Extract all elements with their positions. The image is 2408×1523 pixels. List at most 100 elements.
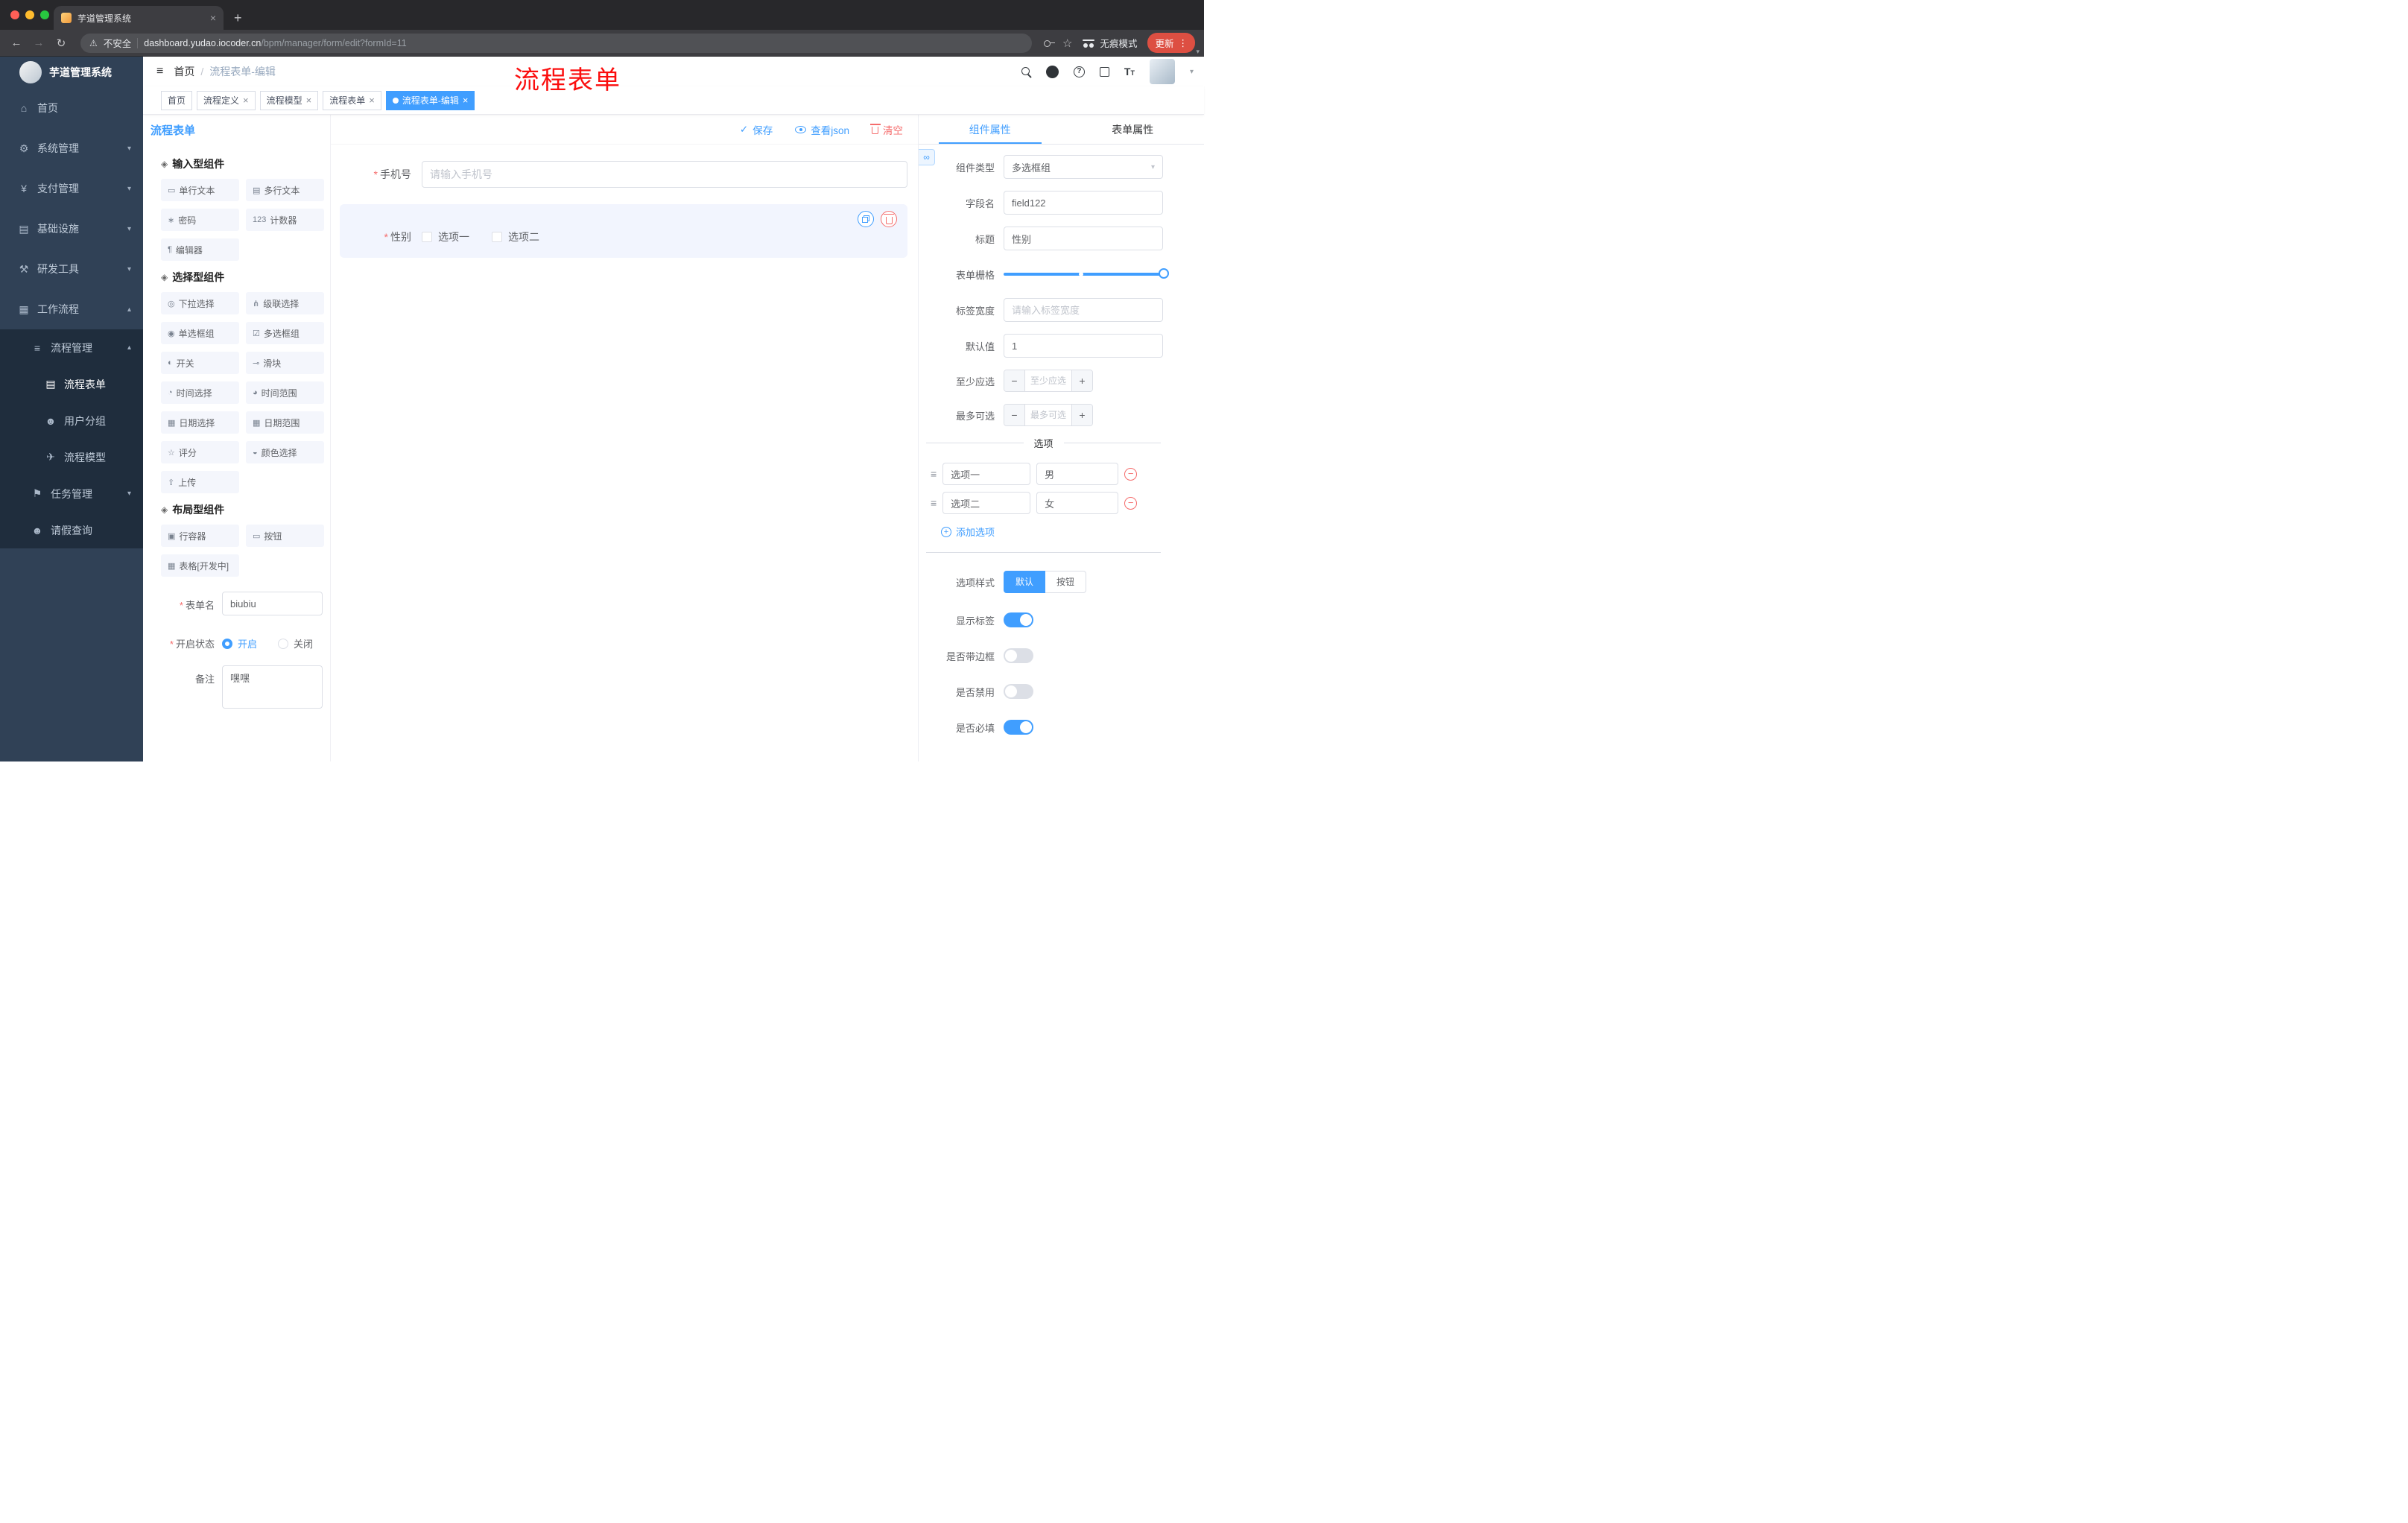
canvas-field-phone[interactable]: * 手机号 xyxy=(340,161,907,188)
field-name-input[interactable] xyxy=(1004,191,1163,215)
sidebar-item-leave-query[interactable]: ☻ 请假查询 xyxy=(0,512,143,548)
tab-component-properties[interactable]: 组件属性 xyxy=(919,115,1062,144)
gender-option-2-checkbox[interactable]: 选项二 xyxy=(492,229,539,244)
component-cascader[interactable]: ⋔ 级联选择 xyxy=(246,292,324,314)
remove-option-icon[interactable]: − xyxy=(1124,496,1138,510)
border-toggle[interactable] xyxy=(1004,648,1033,663)
sidebar-item-infrastructure[interactable]: ▤ 基础设施 ▾ xyxy=(0,209,143,249)
component-radio-group[interactable]: ◉ 单选框组 xyxy=(161,322,239,344)
tag-process-model[interactable]: 流程模型 × xyxy=(259,90,319,110)
component-date-picker[interactable]: ▦ 日期选择 xyxy=(161,411,239,434)
gender-option-1-checkbox[interactable]: 选项一 xyxy=(422,229,469,244)
data-binding-link-icon[interactable]: ∞ xyxy=(919,149,935,165)
sidebar-item-process-model[interactable]: ✈ 流程模型 xyxy=(0,439,143,475)
address-bar[interactable]: ⚠ 不安全 dashboard.yudao.iocoder.cn/bpm/man… xyxy=(80,33,1033,53)
hamburger-icon[interactable]: ≡ xyxy=(156,65,163,78)
view-json-button[interactable]: 查看json xyxy=(795,122,849,137)
github-icon[interactable] xyxy=(1045,65,1059,78)
form-grid-slider[interactable] xyxy=(1004,262,1169,286)
status-off-radio[interactable]: 关闭 xyxy=(278,636,313,650)
component-switch[interactable]: ◐ 开关 xyxy=(161,352,239,374)
delete-component-button[interactable] xyxy=(881,211,897,227)
style-default-button[interactable]: 默认 xyxy=(1004,571,1046,593)
password-key-icon[interactable] xyxy=(1044,39,1056,47)
form-name-input[interactable] xyxy=(222,592,323,615)
security-label[interactable]: 不安全 xyxy=(104,36,132,50)
plus-button[interactable]: + xyxy=(1071,370,1092,391)
new-tab-button[interactable]: + xyxy=(234,11,242,25)
chevron-down-icon[interactable]: ▾ xyxy=(1190,68,1194,76)
sidebar-item-task-management[interactable]: ⚑ 任务管理 ▾ xyxy=(0,475,143,512)
component-multi-line-text[interactable]: ▤ 多行文本 xyxy=(246,179,324,201)
component-rate[interactable]: ☆ 评分 xyxy=(161,441,239,463)
sidebar-item-home[interactable]: ⌂ 首页 xyxy=(0,88,143,128)
close-icon[interactable]: × xyxy=(243,95,249,106)
tab-close-icon[interactable]: × xyxy=(210,12,216,24)
component-counter[interactable]: 123 计数器 xyxy=(246,209,324,231)
page-url[interactable]: dashboard.yudao.iocoder.cn/bpm/manager/f… xyxy=(144,38,406,48)
tag-process-form[interactable]: 流程表单 × xyxy=(323,90,381,110)
search-icon[interactable] xyxy=(1021,66,1031,77)
remark-textarea[interactable]: 嘿嘿 xyxy=(222,665,323,712)
remove-option-icon[interactable]: − xyxy=(1124,467,1138,481)
style-button-button[interactable]: 按钮 xyxy=(1045,571,1087,593)
option-2-value-input[interactable] xyxy=(1036,492,1119,514)
title-input[interactable] xyxy=(1004,227,1163,250)
min-select-value[interactable]: 至少应选 xyxy=(1025,370,1071,391)
component-dropdown[interactable]: ◎ 下拉选择 xyxy=(161,292,239,314)
close-icon[interactable]: × xyxy=(369,95,375,106)
browser-update-button[interactable]: 更新 ⋮ xyxy=(1147,33,1195,53)
component-upload[interactable]: ⇧ 上传 xyxy=(161,471,239,493)
disabled-toggle[interactable] xyxy=(1004,684,1033,699)
component-editor[interactable]: ¶ 编辑器 xyxy=(161,238,239,261)
component-checkbox-group[interactable]: ☑ 多选框组 xyxy=(246,322,324,344)
close-icon[interactable]: × xyxy=(463,95,469,106)
reload-icon[interactable]: ↻ xyxy=(54,37,69,50)
show-label-toggle[interactable] xyxy=(1004,612,1033,627)
component-single-line-text[interactable]: ▭ 单行文本 xyxy=(161,179,239,201)
option-1-label-input[interactable] xyxy=(942,463,1031,485)
component-table[interactable]: ▦ 表格[开发中] xyxy=(161,554,239,577)
sidebar-item-payment[interactable]: ¥ 支付管理 ▾ xyxy=(0,168,143,209)
canvas-field-gender-selected[interactable]: * 性别 选项一 选项二 xyxy=(340,204,907,258)
breadcrumb-home[interactable]: 首页 xyxy=(174,64,194,79)
sidebar-item-process-form[interactable]: ▤ 流程表单 xyxy=(0,366,143,402)
sidebar-item-system[interactable]: ⚙ 系统管理 ▾ xyxy=(0,128,143,168)
tag-process-definition[interactable]: 流程定义 × xyxy=(197,90,256,110)
component-button[interactable]: ▭ 按钮 xyxy=(246,525,324,547)
plus-button[interactable]: + xyxy=(1071,405,1092,425)
slider-handle[interactable] xyxy=(1159,268,1169,279)
minus-button[interactable]: − xyxy=(1004,405,1025,425)
drag-handle-icon[interactable]: ≡ xyxy=(931,468,937,480)
drag-handle-icon[interactable]: ≡ xyxy=(931,497,937,509)
copy-component-button[interactable] xyxy=(858,211,874,227)
help-icon[interactable]: ? xyxy=(1073,66,1085,77)
component-date-range[interactable]: ▦ 日期范围 xyxy=(246,411,324,434)
close-icon[interactable]: × xyxy=(306,95,312,106)
add-option-button[interactable]: + 添加选项 xyxy=(941,525,1204,539)
browser-menu-icon[interactable]: ⋮ xyxy=(1179,37,1188,48)
tag-process-form-edit[interactable]: 流程表单-编辑 × xyxy=(385,90,475,110)
sidebar-item-process-management[interactable]: ≡ 流程管理 ▴ xyxy=(0,329,143,366)
max-select-value[interactable]: 最多可选 xyxy=(1025,405,1071,425)
component-time-picker[interactable]: ◔ 时间选择 xyxy=(161,381,239,404)
avatar[interactable] xyxy=(1149,59,1175,84)
option-1-value-input[interactable] xyxy=(1036,463,1119,485)
font-size-icon[interactable]: TT xyxy=(1124,66,1135,77)
phone-input[interactable] xyxy=(422,161,907,188)
component-time-range[interactable]: ◕ 时间范围 xyxy=(246,381,324,404)
tag-home[interactable]: 首页 xyxy=(161,90,193,110)
default-value-input[interactable] xyxy=(1004,334,1163,358)
option-2-label-input[interactable] xyxy=(942,492,1031,514)
browser-tab[interactable]: 芋道管理系统 × xyxy=(54,6,224,30)
sidebar-item-dev-tools[interactable]: ⚒ 研发工具 ▾ xyxy=(0,249,143,289)
clear-button[interactable]: 清空 xyxy=(869,122,903,137)
minus-button[interactable]: − xyxy=(1004,370,1025,391)
sidebar-item-workflow[interactable]: ▦ 工作流程 ▴ xyxy=(0,289,143,329)
chevron-down-icon[interactable]: ▾ xyxy=(1196,48,1200,56)
maximize-window-button[interactable] xyxy=(40,10,49,19)
tab-form-properties[interactable]: 表单属性 xyxy=(1062,115,1205,144)
status-on-radio[interactable]: 开启 xyxy=(222,636,257,650)
required-toggle[interactable] xyxy=(1004,720,1033,735)
component-password[interactable]: ∗ 密码 xyxy=(161,209,239,231)
